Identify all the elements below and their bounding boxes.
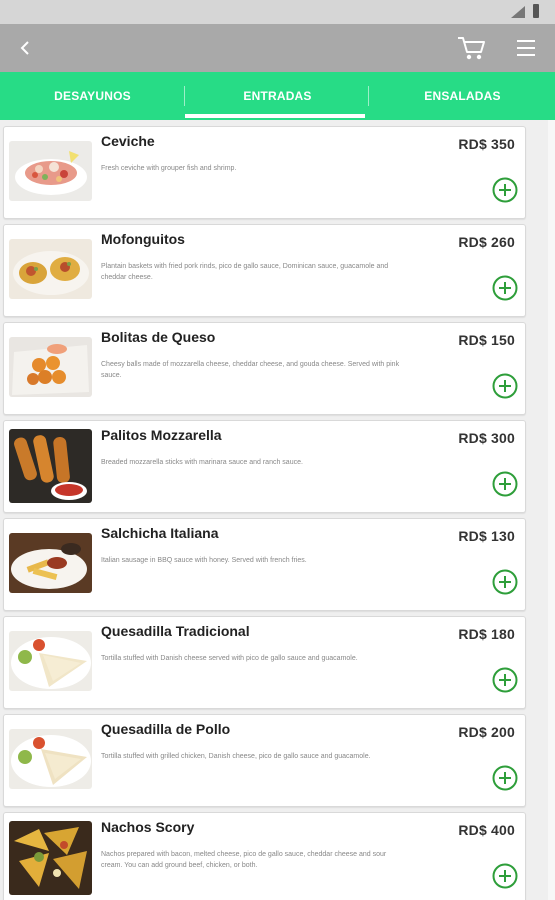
tab-ensaladas[interactable]: ENSALADAS: [370, 72, 555, 120]
item-price: RD$ 200: [458, 724, 515, 740]
selected-tab-indicator: [185, 114, 365, 118]
menu-item-card[interactable]: Mofonguitos Plantain baskets with fried …: [3, 224, 526, 317]
food-photo: [9, 821, 92, 895]
cart-icon[interactable]: [456, 34, 486, 62]
item-price: RD$ 300: [458, 430, 515, 446]
item-name: Mofonguitos: [101, 231, 185, 247]
add-to-cart-icon[interactable]: [492, 765, 518, 791]
menu-item-card[interactable]: Palitos Mozzarella Breaded mozzarella st…: [3, 420, 526, 513]
item-name: Palitos Mozzarella: [101, 427, 222, 443]
item-description: Fresh ceviche with grouper fish and shri…: [101, 165, 237, 172]
scrollbar[interactable]: [548, 120, 555, 900]
item-price: RD$ 260: [458, 234, 515, 250]
menu-item-card[interactable]: Bolitas de Queso Cheesy balls made of mo…: [3, 322, 526, 415]
menu-item-card[interactable]: Quesadilla Tradicional Tortilla stuffed …: [3, 616, 526, 709]
add-to-cart-icon[interactable]: [492, 863, 518, 889]
item-description: Nachos prepared with bacon, melted chees…: [101, 851, 387, 869]
add-to-cart-icon[interactable]: [492, 667, 518, 693]
category-tabs: DESAYUNOS ENTRADAS ENSALADAS: [0, 72, 555, 120]
item-name: Quesadilla de Pollo: [101, 721, 231, 737]
tab-divider: [368, 86, 369, 106]
add-to-cart-icon[interactable]: [492, 373, 518, 399]
item-description: Cheesy balls made of mozzarella cheese, …: [101, 361, 400, 379]
menu-icon[interactable]: [516, 37, 536, 59]
menu-item-card[interactable]: Quesadilla de Pollo Tortilla stuffed wit…: [3, 714, 526, 807]
item-description: Tortilla stuffed with Danish cheese serv…: [101, 655, 358, 662]
tab-entradas[interactable]: ENTRADAS: [185, 72, 370, 120]
menu-item-card[interactable]: Ceviche Fresh ceviche with grouper fish …: [3, 126, 526, 219]
add-to-cart-icon[interactable]: [492, 569, 518, 595]
item-price: RD$ 130: [458, 528, 515, 544]
food-photo: [9, 429, 92, 503]
menu-item-card[interactable]: Salchicha Italiana Italian sausage in BB…: [3, 518, 526, 611]
add-to-cart-icon[interactable]: [492, 177, 518, 203]
item-price: RD$ 180: [458, 626, 515, 642]
battery-icon: [533, 4, 539, 18]
item-description: Breaded mozzarella sticks with marinara …: [101, 459, 303, 466]
add-to-cart-icon[interactable]: [492, 471, 518, 497]
back-arrow-icon[interactable]: [14, 36, 36, 60]
food-photo: [9, 141, 92, 201]
item-description: Tortilla stuffed with grilled chicken, D…: [101, 753, 371, 760]
app-bar: [0, 24, 555, 72]
food-photo: [9, 631, 92, 691]
item-name: Salchicha Italiana: [101, 525, 219, 541]
item-name: Bolitas de Queso: [101, 329, 216, 345]
tab-desayunos[interactable]: DESAYUNOS: [0, 72, 185, 120]
add-to-cart-icon[interactable]: [492, 275, 518, 301]
item-name: Quesadilla Tradicional: [101, 623, 250, 639]
item-price: RD$ 400: [458, 822, 515, 838]
item-name: Ceviche: [101, 133, 155, 149]
food-photo: [9, 239, 92, 299]
signal-icon: [511, 6, 525, 18]
food-photo: [9, 337, 92, 397]
menu-item-card[interactable]: Nachos Scory Nachos prepared with bacon,…: [3, 812, 526, 900]
item-description: Plantain baskets with fried pork rinds, …: [101, 263, 389, 281]
food-photo: [9, 729, 92, 789]
item-name: Nachos Scory: [101, 819, 195, 835]
status-bar: [0, 0, 555, 24]
item-price: RD$ 350: [458, 136, 515, 152]
item-description: Italian sausage in BBQ sauce with honey.…: [101, 557, 307, 564]
menu-item-list[interactable]: Ceviche Fresh ceviche with grouper fish …: [0, 120, 548, 900]
item-price: RD$ 150: [458, 332, 515, 348]
food-photo: [9, 533, 92, 593]
